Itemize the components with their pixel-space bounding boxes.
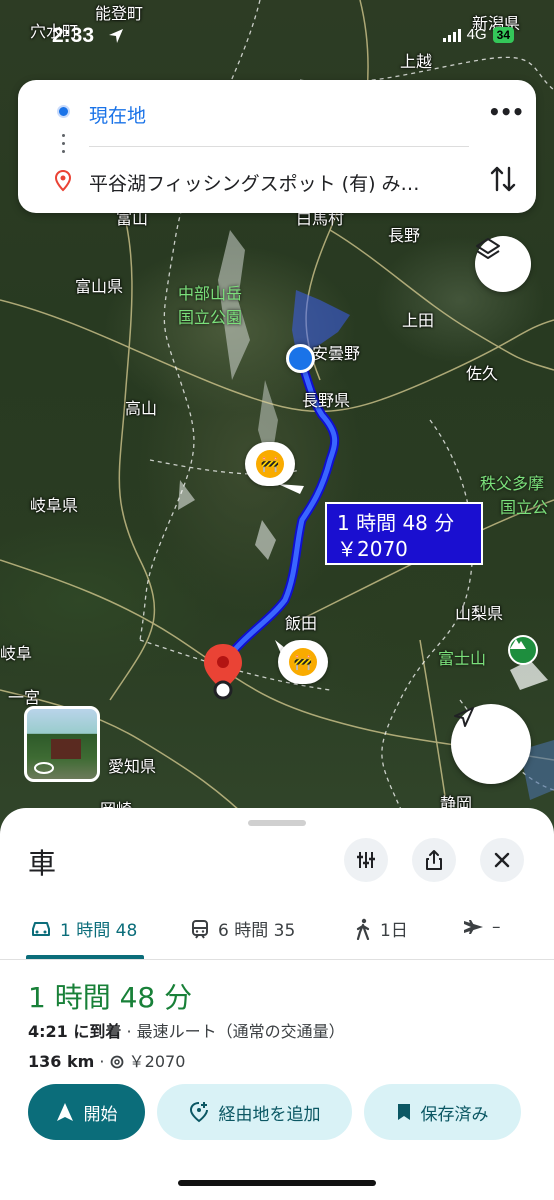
sheet-drag-handle[interactable]	[248, 820, 306, 826]
tab-walk-label: 1日	[380, 921, 408, 941]
map-place-label: 山梨県	[455, 604, 504, 623]
origin-marker	[286, 344, 315, 373]
share-icon	[426, 850, 442, 870]
layers-button[interactable]	[475, 236, 531, 292]
home-indicator[interactable]	[178, 1180, 376, 1186]
map-place-label: 岐阜県	[30, 496, 79, 515]
tab-flight[interactable]: –	[462, 916, 501, 938]
tab-car-label: 1 時間 48	[60, 921, 138, 941]
map-place-label: 富山県	[75, 277, 124, 296]
toll-cost: ￥2070	[128, 1052, 186, 1071]
map-place-label: 上越	[400, 52, 433, 71]
directions-sheet: 車 1 時間 48 6 時間 35 1日 – 1 時間 48 分 4:21 に到…	[0, 808, 554, 1200]
route-connector-icon	[62, 134, 65, 153]
close-icon	[494, 852, 510, 868]
route-options-button[interactable]	[344, 838, 388, 882]
location-arrow-icon	[109, 29, 123, 43]
map-place-label: 一宮	[8, 688, 41, 707]
street-view-rotate-icon	[34, 762, 54, 774]
tab-flight-label: –	[492, 917, 501, 937]
destination-pin-icon	[55, 170, 71, 192]
navigation-arrow-icon	[454, 707, 474, 727]
travel-mode-title: 車	[28, 847, 57, 880]
add-stop-label: 経由地を追加	[218, 1104, 321, 1125]
add-location-icon	[189, 1102, 208, 1123]
tune-icon	[357, 852, 375, 868]
battery-icon: 34	[492, 26, 514, 43]
destination-field[interactable]: 平谷湖フィッシングスポット (有) み…	[89, 169, 469, 196]
tab-walk[interactable]: 1日	[354, 916, 408, 941]
layers-icon	[476, 238, 500, 259]
map-place-label: 佐久	[466, 364, 499, 383]
trip-duration: 1 時間 48 分	[28, 981, 193, 1014]
add-stop-button[interactable]: 経由地を追加	[157, 1084, 352, 1140]
route-label-cost: ￥2070	[337, 537, 408, 561]
train-icon	[192, 919, 208, 939]
travel-mode-tabs: 1 時間 48 6 時間 35 1日 –	[0, 908, 554, 960]
road-work-marker[interactable]: 🚧	[245, 442, 295, 486]
map-place-label: 安曇野	[312, 344, 361, 363]
start-label: 開始	[83, 1104, 118, 1125]
bookmark-icon	[397, 1104, 410, 1120]
map-place-label: 愛知県	[108, 757, 157, 776]
my-location-button[interactable]	[451, 704, 531, 784]
plane-icon	[464, 920, 483, 934]
more-options-button[interactable]: •••	[488, 100, 524, 124]
construction-icon: 🚧	[289, 648, 317, 676]
map-place-label: 秩父多摩	[480, 474, 545, 493]
map-place-label: 長野	[388, 226, 421, 245]
map-place-label: 岐阜	[0, 644, 33, 663]
map-place-label: 高山	[125, 399, 158, 418]
distance-separator: ·	[99, 1052, 105, 1071]
map-place-label: 長野県	[302, 391, 351, 410]
road-work-marker[interactable]: 🚧	[278, 640, 328, 684]
network-type: 4G	[466, 26, 487, 43]
tab-car[interactable]: 1 時間 48	[30, 916, 137, 941]
status-indicators: 4G 34	[442, 26, 514, 43]
arrival-time: 4:21 に到着	[28, 1022, 122, 1041]
map-place-label: 国立公園	[178, 308, 243, 327]
tab-transit[interactable]: 6 時間 35	[190, 916, 295, 941]
tab-transit-label: 6 時間 35	[218, 921, 296, 941]
map-place-label: 富士山	[438, 649, 487, 668]
map-place-label: 中部山岳	[178, 284, 243, 303]
share-button[interactable]	[412, 838, 456, 882]
car-icon	[32, 921, 50, 936]
map-place-label: 上田	[402, 311, 435, 330]
route-label-time: 1 時間 48 分	[337, 511, 455, 535]
arrival-info: 4:21 に到着 · 最速ルート（通常の交通量）	[28, 1018, 345, 1042]
origin-field[interactable]: 現在地	[89, 101, 146, 128]
map-place-label: 飯田	[285, 614, 318, 633]
toll-icon	[110, 1055, 123, 1069]
status-time: 2:33	[52, 24, 95, 47]
active-tab-indicator	[26, 955, 144, 959]
walk-icon	[356, 918, 370, 940]
swap-directions-icon[interactable]	[489, 164, 517, 194]
start-navigation-button[interactable]: 開始	[28, 1084, 145, 1140]
mountain-poi-icon[interactable]	[508, 635, 538, 665]
saved-button[interactable]: 保存済み	[364, 1084, 521, 1140]
signal-icon	[442, 28, 461, 42]
construction-icon: 🚧	[256, 450, 284, 478]
route-note: · 最速ルート（通常の交通量）	[126, 1022, 345, 1041]
route-duration-label[interactable]: 1 時間 48 分 ￥2070	[325, 502, 483, 565]
close-button[interactable]	[480, 838, 524, 882]
origin-dot-icon	[57, 105, 70, 118]
distance-info: 136 km · ￥2070	[28, 1048, 185, 1072]
saved-label: 保存済み	[420, 1104, 489, 1125]
map-place-label: 国立公	[500, 498, 549, 517]
destination-pin-icon	[204, 644, 242, 700]
trip-distance: 136 km	[28, 1052, 95, 1071]
street-view-thumbnail[interactable]	[24, 706, 100, 782]
map-place-label: 能登町	[95, 4, 144, 23]
divider	[89, 146, 469, 147]
navigation-icon	[56, 1103, 73, 1121]
